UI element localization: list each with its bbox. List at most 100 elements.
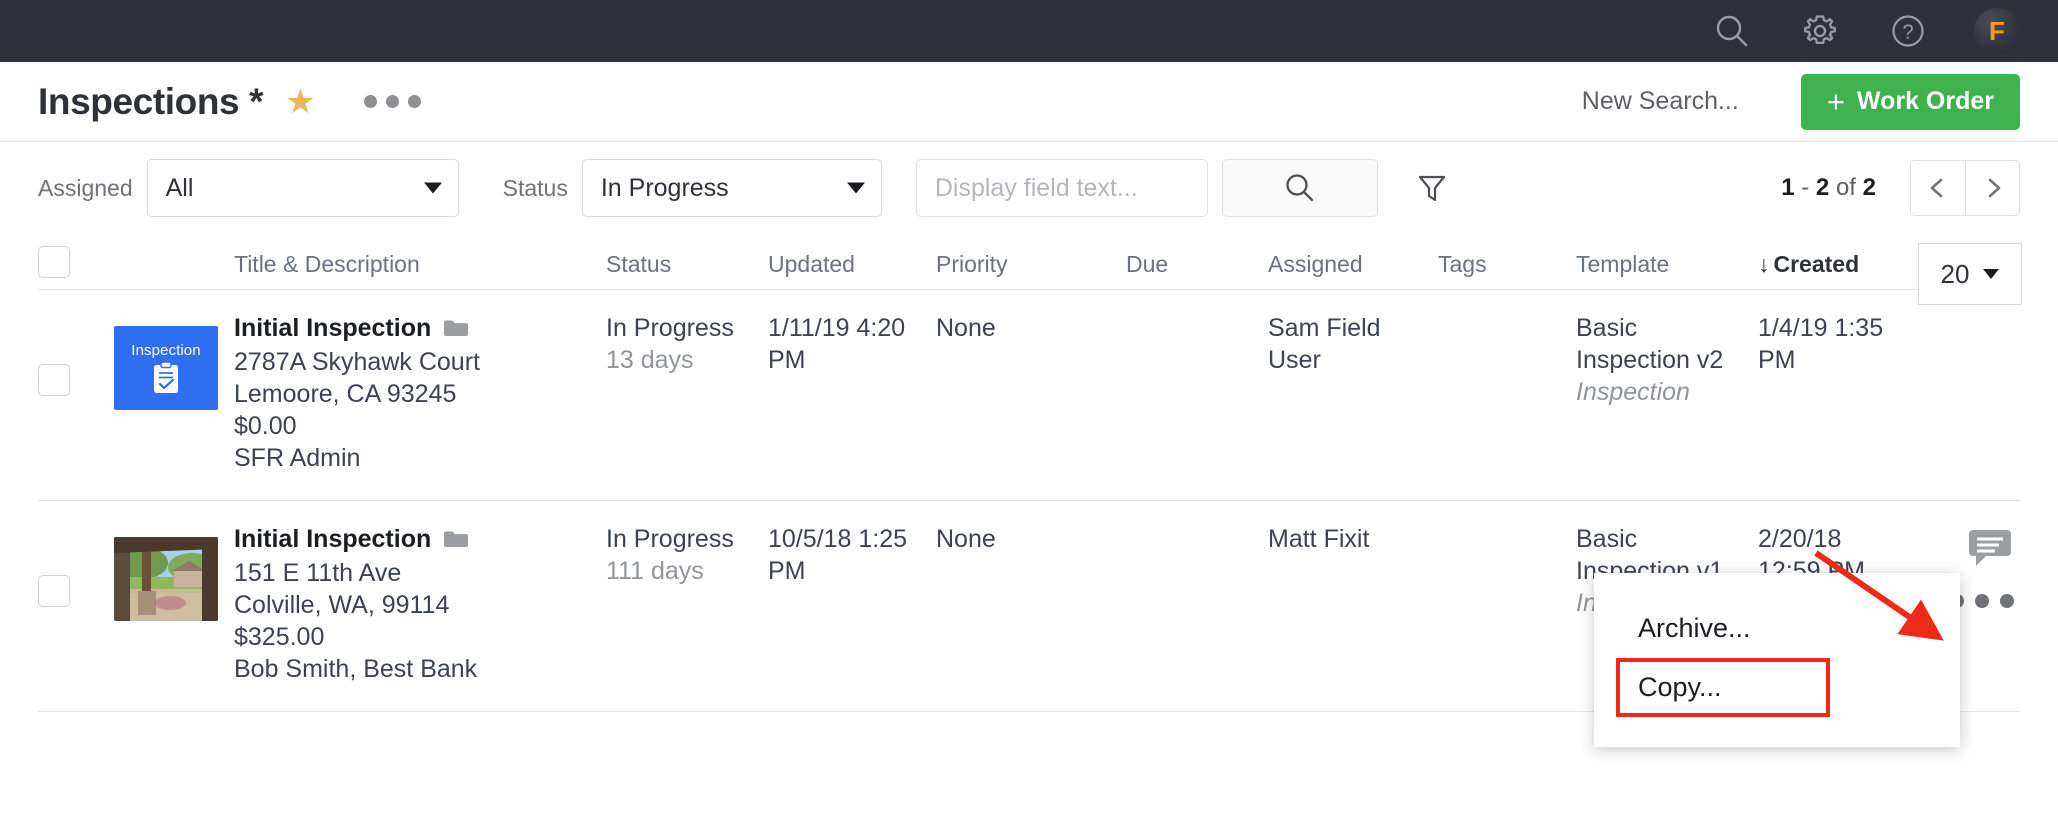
header-status[interactable]: Status bbox=[606, 251, 768, 289]
row-template-line2: Inspection v2 bbox=[1576, 346, 1724, 374]
folder-icon bbox=[444, 320, 469, 336]
chevron-down-icon bbox=[423, 182, 442, 194]
row-created-ampm: PM bbox=[1758, 346, 1796, 374]
row-status-cell: In Progress 13 days bbox=[606, 312, 768, 376]
row-updated-ampm: PM bbox=[768, 557, 806, 585]
filter-toolbar: Assigned All Status In Progress 1 - 2 of… bbox=[0, 142, 2058, 234]
header-template[interactable]: Template bbox=[1576, 251, 1758, 289]
filter-funnel-icon[interactable] bbox=[1406, 159, 1458, 217]
row-checkbox[interactable] bbox=[38, 364, 70, 396]
dot bbox=[1975, 594, 1989, 608]
pagination-controls bbox=[1910, 160, 2020, 216]
row-title-link[interactable]: Initial Inspection bbox=[234, 312, 606, 344]
row-status-value: In Progress bbox=[606, 314, 734, 342]
new-search-link[interactable]: New Search... bbox=[1582, 87, 1739, 116]
header-created-label: Created bbox=[1773, 251, 1860, 277]
total-count: 2 bbox=[1862, 174, 1876, 201]
row-address-line1: 151 E 11th Ave bbox=[234, 559, 402, 587]
row-priority-cell: None bbox=[936, 314, 996, 342]
chevron-down-icon bbox=[846, 182, 865, 194]
table-row[interactable]: Initial Inspection 151 E 11th Ave Colvil… bbox=[38, 501, 2020, 747]
row-address-line1: 2787A Skyhawk Court bbox=[234, 348, 480, 376]
dot bbox=[407, 95, 421, 108]
table-row[interactable]: Inspection Initial Inspection 2787A Skyh… bbox=[38, 290, 2020, 501]
header-created[interactable]: ↓ Created bbox=[1758, 251, 1918, 289]
row-select-cell bbox=[38, 523, 114, 607]
dot bbox=[385, 95, 399, 108]
header-updated[interactable]: Updated bbox=[768, 251, 936, 289]
assigned-filter-value: All bbox=[165, 173, 194, 202]
row-address-line2: Lemoore, CA 93245 bbox=[234, 380, 457, 408]
row-assigned-cell: Matt Fixit bbox=[1268, 523, 1438, 555]
header-priority[interactable]: Priority bbox=[936, 251, 1126, 289]
row-template-line1: Basic bbox=[1576, 525, 1638, 553]
pagination-summary: 1 - 2 of 2 bbox=[1781, 174, 1876, 202]
header-assigned[interactable]: Assigned bbox=[1268, 251, 1438, 289]
inspection-placeholder-thumbnail[interactable]: Inspection bbox=[114, 326, 218, 410]
row-select-cell bbox=[38, 312, 114, 396]
previous-page-button[interactable] bbox=[1911, 161, 1965, 215]
header-due[interactable]: Due bbox=[1126, 251, 1268, 289]
row-assigned-line1: Sam Field bbox=[1268, 314, 1381, 342]
user-avatar[interactable]: F bbox=[1974, 8, 2020, 54]
folder-icon bbox=[444, 531, 469, 547]
search-input[interactable] bbox=[915, 159, 1208, 217]
row-title-link[interactable]: Initial Inspection bbox=[234, 523, 606, 555]
range-separator: - bbox=[1794, 174, 1816, 201]
chevron-down-icon bbox=[1983, 269, 2000, 279]
row-checkbox[interactable] bbox=[38, 575, 70, 607]
thumbnail-header bbox=[114, 278, 234, 289]
header-tags[interactable]: Tags bbox=[1438, 251, 1576, 289]
row-address-line2: Colville, WA, 99114 bbox=[234, 591, 450, 619]
of-label: of bbox=[1829, 174, 1863, 201]
comment-bubble-icon[interactable] bbox=[1966, 529, 2014, 576]
row-title-text: Initial Inspection bbox=[234, 314, 432, 342]
row-template-type: Inspection bbox=[1576, 378, 1690, 406]
menu-item-archive[interactable]: Archive... bbox=[1594, 599, 1960, 658]
gear-icon[interactable] bbox=[1798, 9, 1842, 53]
row-status-cell: In Progress 111 days bbox=[606, 523, 768, 587]
row-contact: SFR Admin bbox=[234, 444, 361, 472]
clipboard-check-icon bbox=[154, 360, 178, 393]
add-work-order-button[interactable]: + Work Order bbox=[1800, 73, 2020, 130]
table-header-row: Title & Description Status Updated Prior… bbox=[38, 234, 2022, 305]
select-all-header bbox=[38, 246, 114, 289]
row-title-cell: Initial Inspection 2787A Skyhawk Court L… bbox=[234, 312, 606, 474]
range-start: 1 bbox=[1781, 174, 1795, 201]
page-size-value: 20 bbox=[1940, 258, 1970, 289]
assigned-filter-label: Assigned bbox=[38, 174, 133, 201]
help-icon[interactable]: ? bbox=[1886, 9, 1930, 53]
row-assigned-cell: Sam Field User bbox=[1268, 312, 1438, 376]
svg-text:?: ? bbox=[1902, 22, 1913, 44]
menu-item-copy[interactable]: Copy... bbox=[1616, 658, 1830, 717]
row-created-cell: 1/4/19 1:35 PM bbox=[1758, 312, 1918, 376]
search-icon[interactable] bbox=[1710, 9, 1754, 53]
row-created-date: 2/20/18 bbox=[1758, 525, 1842, 553]
page-title: Inspections * bbox=[38, 80, 264, 122]
row-priority-cell: None bbox=[936, 525, 996, 553]
row-status-age: 111 days bbox=[606, 557, 704, 585]
property-photo-thumbnail[interactable] bbox=[114, 537, 218, 621]
search-submit-button[interactable] bbox=[1221, 159, 1378, 217]
status-filter-select[interactable]: In Progress bbox=[581, 159, 882, 217]
row-assigned-line1: Matt Fixit bbox=[1268, 525, 1370, 553]
row-contact: Bob Smith, Best Bank bbox=[234, 655, 478, 683]
page-more-menu-icon[interactable] bbox=[363, 95, 421, 108]
status-filter-value: In Progress bbox=[600, 173, 729, 202]
row-title-cell: Initial Inspection 151 E 11th Ave Colvil… bbox=[234, 523, 606, 685]
header-title-description[interactable]: Title & Description bbox=[234, 251, 606, 289]
row-template-cell: Basic Inspection v2 Inspection bbox=[1576, 312, 1758, 408]
row-updated-cell: 10/5/18 1:25 PM bbox=[768, 523, 936, 587]
row-status-value: In Progress bbox=[606, 525, 734, 553]
assigned-filter-select[interactable]: All bbox=[146, 159, 459, 217]
row-amount: $325.00 bbox=[234, 623, 325, 651]
row-thumbnail-cell: Inspection bbox=[114, 312, 234, 410]
select-all-checkbox[interactable] bbox=[38, 246, 70, 278]
add-work-order-label: Work Order bbox=[1856, 87, 1994, 115]
favorite-star-icon[interactable]: ★ bbox=[285, 85, 315, 119]
next-page-button[interactable] bbox=[1965, 161, 2019, 215]
row-updated-cell: 1/11/19 4:20 PM bbox=[768, 312, 936, 376]
row-thumbnail-cell bbox=[114, 523, 234, 621]
row-context-menu: Archive... Copy... bbox=[1594, 573, 1960, 747]
dot bbox=[2000, 594, 2014, 608]
